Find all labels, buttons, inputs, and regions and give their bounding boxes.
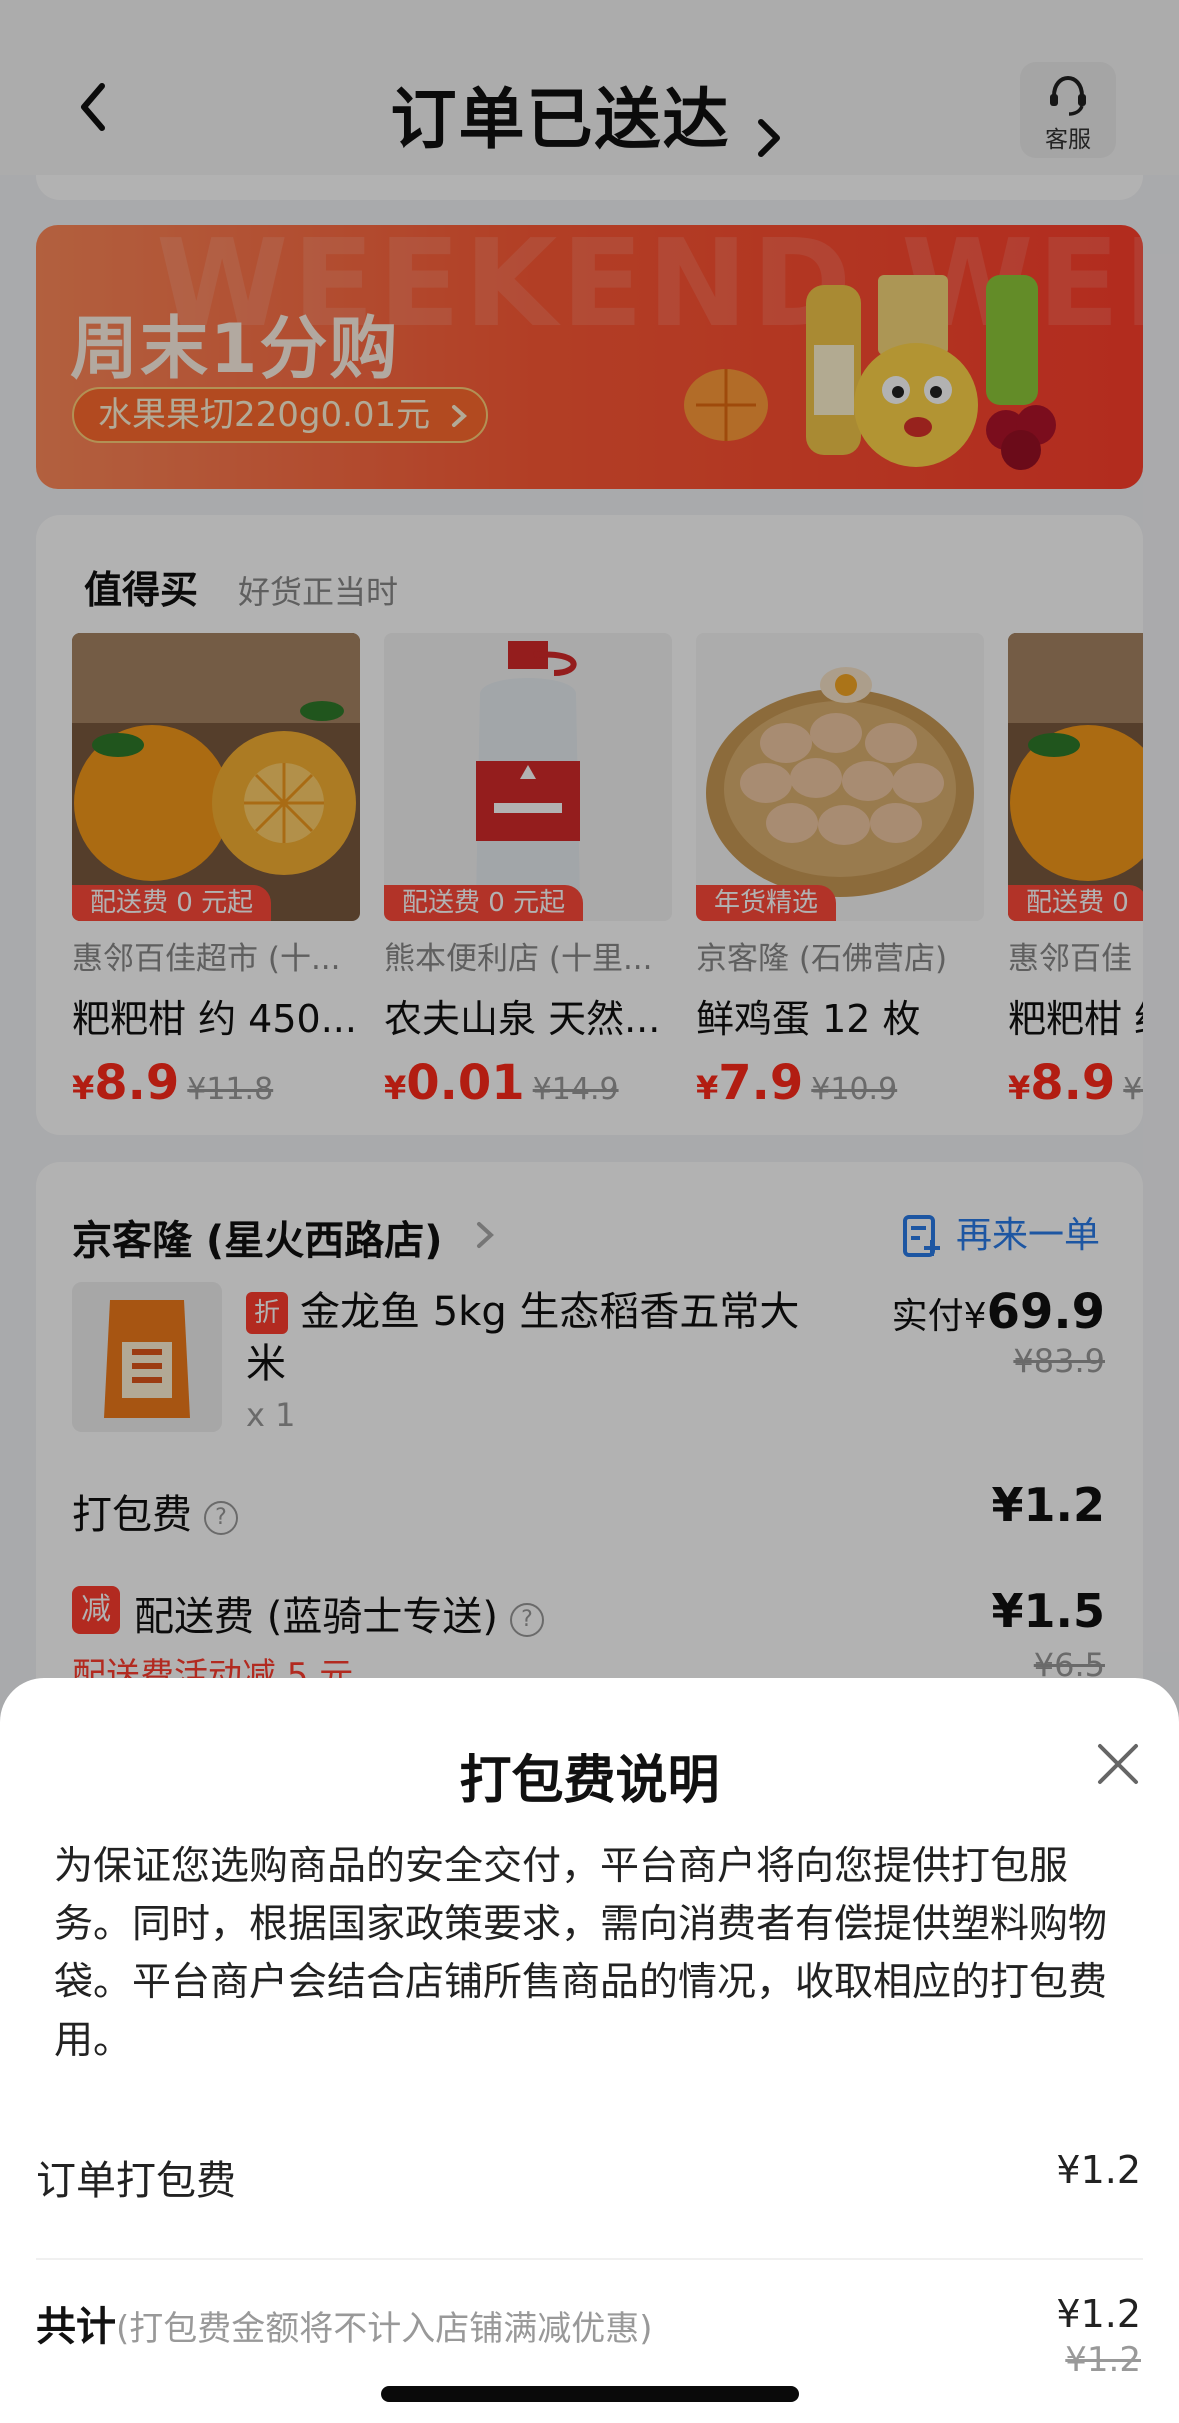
sheet-title: 打包费说明 (459, 1751, 720, 1811)
order-packing-fee-value: ¥1.2 (1056, 2148, 1141, 2192)
total-row: 共计(打包费金额将不计入店铺满减优惠) (36, 2294, 653, 2352)
home-indicator[interactable] (381, 2386, 799, 2402)
total-label: 共计 (36, 2304, 116, 2350)
divider (36, 2258, 1143, 2260)
total-note: (打包费金额将不计入店铺满减优惠) (116, 2309, 653, 2349)
total-original-value: ¥1.2 (1065, 2340, 1141, 2380)
total-value: ¥1.2 (1056, 2292, 1141, 2336)
order-packing-fee-label: 订单打包费 (36, 2158, 236, 2204)
packing-fee-sheet: 打包费说明 为保证您选购商品的安全交付，平台商户将向您提供打包服务。同时，根据国… (0, 1678, 1179, 2423)
sheet-description: 为保证您选购商品的安全交付，平台商户将向您提供打包服务。同时，根据国家政策要求，… (54, 1844, 1108, 2063)
close-icon[interactable] (1094, 1740, 1142, 1788)
